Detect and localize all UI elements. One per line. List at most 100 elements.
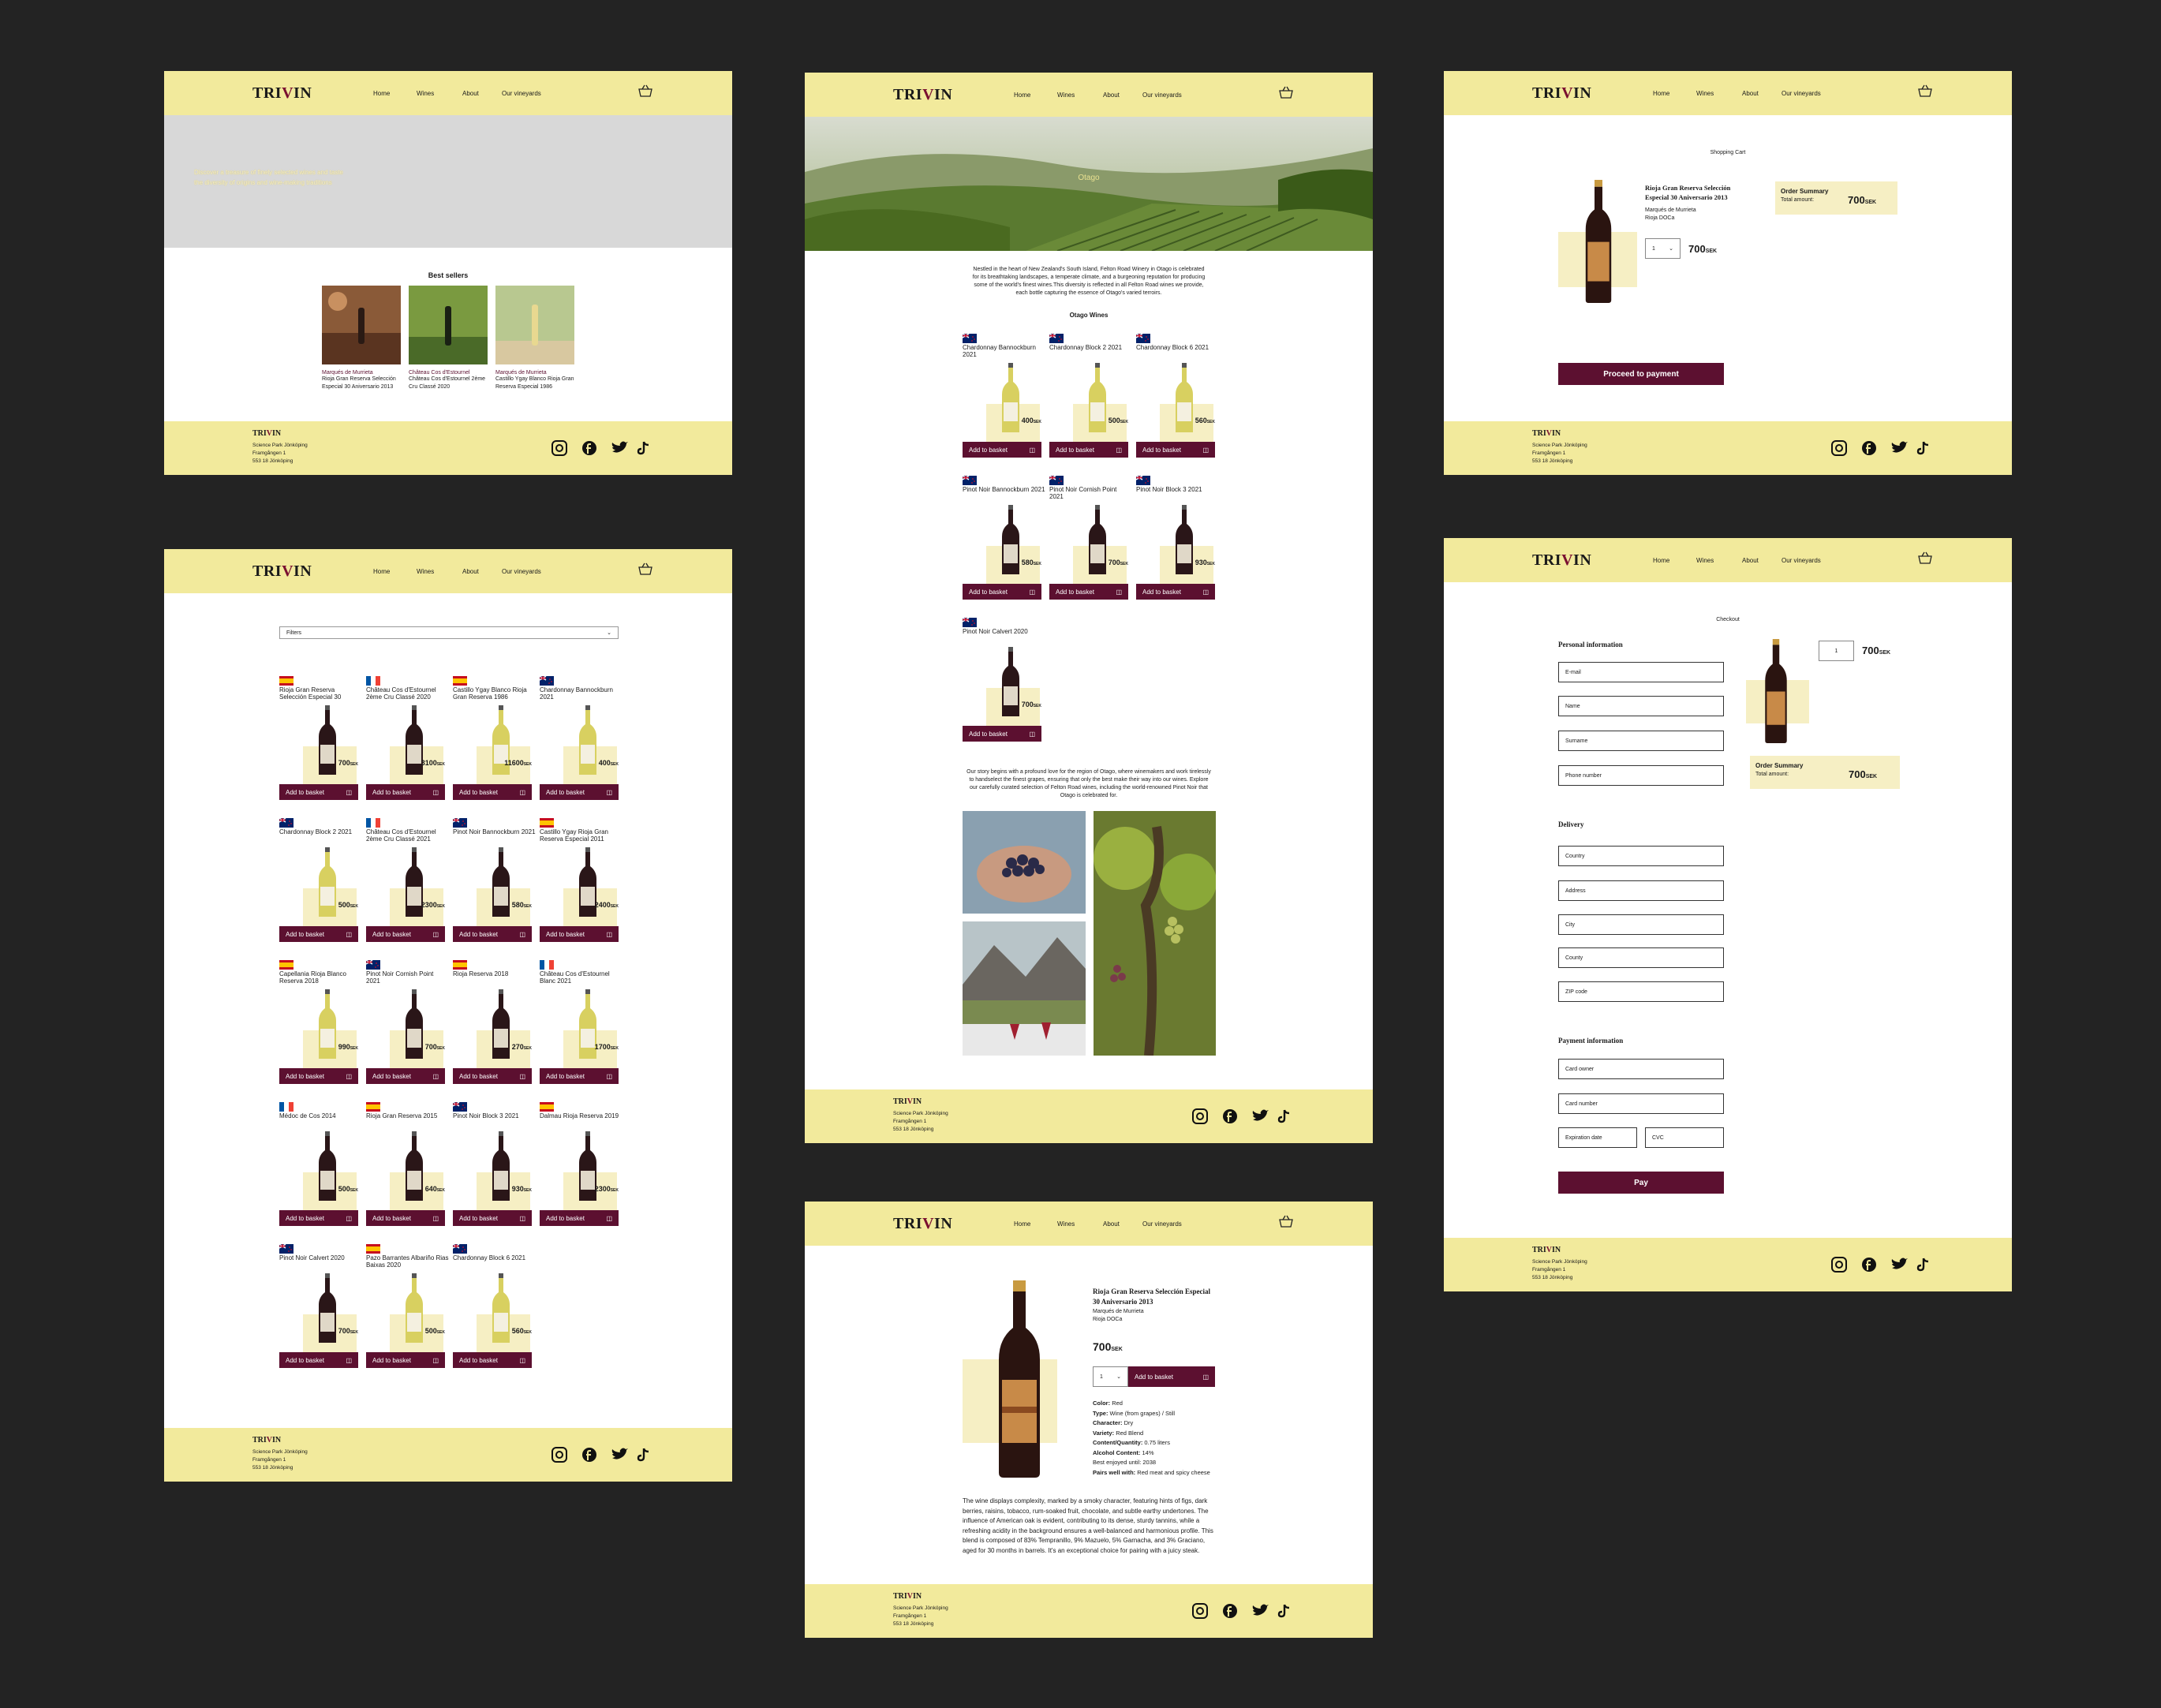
product-card[interactable]: Chardonnay Block 2 2021 500SEK Add to bask…: [1049, 333, 1128, 463]
country-field[interactable]: Country: [1558, 846, 1724, 866]
add-to-basket-button[interactable]: Add to basket ◫: [540, 926, 619, 942]
proceed-to-payment-button[interactable]: Proceed to payment: [1558, 363, 1724, 385]
instagram-icon[interactable]: [1192, 1603, 1208, 1619]
product-card[interactable]: Chardonnay Block 2 2021 500SEK Add to bask…: [279, 817, 358, 947]
product-card[interactable]: Chardonnay Block 6 2021 560SEK Add to bask…: [1135, 333, 1215, 463]
nav-home[interactable]: Home: [373, 90, 390, 97]
facebook-icon[interactable]: [1223, 1604, 1237, 1618]
product-card[interactable]: Pinot Noir Calvert 2020 700SEK Add to bask…: [279, 1243, 358, 1374]
product-card[interactable]: Médoc de Cos 2014 500SEK Add to basket ◫: [279, 1101, 358, 1231]
add-to-basket-button[interactable]: Add to basket ◫: [1049, 442, 1128, 458]
nav-home[interactable]: Home: [1014, 92, 1030, 99]
add-to-basket-button[interactable]: Add to basket ◫: [453, 1210, 532, 1226]
nav-vineyards[interactable]: Our vineyards: [1142, 1220, 1182, 1228]
tiktok-icon[interactable]: [637, 1448, 649, 1462]
tiktok-icon[interactable]: [1277, 1109, 1290, 1123]
add-to-basket-button[interactable]: Add to basket ◫: [1128, 1366, 1215, 1387]
add-to-basket-button[interactable]: Add to basket ◫: [453, 1068, 532, 1084]
product-card[interactable]: Pinot Noir Cornish Point 2021 700SEK Add t…: [365, 959, 445, 1089]
name-field[interactable]: Name: [1558, 696, 1724, 716]
nav-home[interactable]: Home: [373, 568, 390, 575]
twitter-icon[interactable]: [611, 1448, 628, 1459]
nav-wines[interactable]: Wines: [1696, 557, 1714, 564]
best-seller-card[interactable]: Marqués de Murrieta Castillo Ygay Blanco…: [495, 286, 574, 391]
tiktok-icon[interactable]: [1916, 441, 1929, 455]
add-to-basket-button[interactable]: Add to basket ◫: [366, 1210, 445, 1226]
add-to-basket-button[interactable]: Add to basket ◫: [963, 442, 1041, 458]
product-card[interactable]: Castillo Ygay Blanco Rioja Gran Reserva …: [453, 675, 532, 805]
nav-about[interactable]: About: [1103, 1220, 1120, 1228]
product-card[interactable]: Pinot Noir Bannockburn 2021 580SEK Add to …: [962, 475, 1045, 605]
product-card[interactable]: Rioja Reserva 2018 270SEK Add to basket ◫: [453, 959, 532, 1089]
product-card[interactable]: Pinot Noir Bannockburn 2021 580SEK Add to …: [452, 817, 536, 947]
tiktok-icon[interactable]: [1916, 1258, 1929, 1272]
add-to-basket-button[interactable]: Add to basket ◫: [540, 784, 619, 800]
add-to-basket-button[interactable]: Add to basket ◫: [453, 784, 532, 800]
twitter-icon[interactable]: [611, 441, 628, 453]
add-to-basket-button[interactable]: Add to basket ◫: [279, 1210, 358, 1226]
add-to-basket-button[interactable]: Add to basket ◫: [279, 784, 358, 800]
nav-home[interactable]: Home: [1014, 1220, 1030, 1228]
phone-field[interactable]: Phone number: [1558, 765, 1724, 786]
product-card[interactable]: Pazo Barrantes Albariño Rias Baixas 2020…: [366, 1243, 449, 1374]
product-card[interactable]: Pinot Noir Block 3 2021 930SEK Add to bask…: [452, 1101, 532, 1231]
nav-about[interactable]: About: [462, 90, 479, 97]
nav-about[interactable]: About: [1103, 92, 1120, 99]
facebook-icon[interactable]: [582, 441, 596, 455]
nav-home[interactable]: Home: [1653, 557, 1669, 564]
product-card[interactable]: Château Cos d'Estournel Blanc 2021 1700SE…: [540, 959, 619, 1089]
nav-wines[interactable]: Wines: [417, 90, 434, 97]
twitter-icon[interactable]: [1252, 1109, 1269, 1121]
nav-about[interactable]: About: [462, 568, 479, 575]
basket-icon[interactable]: [1278, 85, 1294, 99]
quantity-stepper[interactable]: 1 ⌄: [1645, 238, 1681, 259]
basket-icon[interactable]: [1917, 84, 1933, 98]
nav-vineyards[interactable]: Our vineyards: [502, 90, 541, 97]
add-to-basket-button[interactable]: Add to basket ◫: [366, 926, 445, 942]
tiktok-icon[interactable]: [1277, 1604, 1290, 1618]
add-to-basket-button[interactable]: Add to basket ◫: [963, 584, 1041, 600]
product-card[interactable]: Chardonnay Block 6 2021 560SEK Add to bask…: [452, 1243, 532, 1374]
add-to-basket-button[interactable]: Add to basket ◫: [540, 1210, 619, 1226]
email-field[interactable]: E-mail: [1558, 662, 1724, 682]
card-owner-field[interactable]: Card owner: [1558, 1059, 1724, 1079]
instagram-icon[interactable]: [551, 1447, 567, 1463]
add-to-basket-button[interactable]: Add to basket ◫: [279, 1068, 358, 1084]
product-card[interactable]: Capellania Rioja Blanco Reserva 2018 990S…: [279, 959, 358, 1089]
best-seller-card[interactable]: Marqués de Murrieta Rioja Gran Reserva S…: [322, 286, 401, 391]
product-card[interactable]: Dalmau Rioja Reserva 2019 2300SEK Add to b…: [540, 1101, 619, 1231]
address-field[interactable]: Address: [1558, 880, 1724, 901]
add-to-basket-button[interactable]: Add to basket ◫: [279, 1352, 358, 1368]
facebook-icon[interactable]: [1862, 441, 1876, 455]
nav-vineyards[interactable]: Our vineyards: [1782, 557, 1821, 564]
nav-about[interactable]: About: [1742, 557, 1759, 564]
add-to-basket-button[interactable]: Add to basket ◫: [540, 1068, 619, 1084]
logo[interactable]: TRIVIN: [1532, 551, 1591, 570]
add-to-basket-button[interactable]: Add to basket ◫: [366, 1068, 445, 1084]
logo[interactable]: TRIVIN: [252, 84, 312, 103]
add-to-basket-button[interactable]: Add to basket ◫: [279, 926, 358, 942]
filters-dropdown[interactable]: Filters ⌄: [279, 626, 619, 639]
pay-button[interactable]: Pay: [1558, 1172, 1724, 1194]
add-to-basket-button[interactable]: Add to basket ◫: [963, 726, 1041, 742]
twitter-icon[interactable]: [1891, 441, 1908, 453]
nav-about[interactable]: About: [1742, 90, 1759, 97]
add-to-basket-button[interactable]: Add to basket ◫: [366, 784, 445, 800]
facebook-icon[interactable]: [1223, 1109, 1237, 1123]
nav-wines[interactable]: Wines: [417, 568, 434, 575]
add-to-basket-button[interactable]: Add to basket ◫: [1136, 584, 1215, 600]
quantity-stepper[interactable]: 1 ⌄: [1093, 1366, 1128, 1387]
basket-icon[interactable]: [1278, 1214, 1294, 1228]
county-field[interactable]: County: [1558, 947, 1724, 968]
instagram-icon[interactable]: [551, 440, 567, 456]
nav-vineyards[interactable]: Our vineyards: [502, 568, 541, 575]
tiktok-icon[interactable]: [637, 441, 649, 455]
nav-wines[interactable]: Wines: [1057, 1220, 1075, 1228]
nav-vineyards[interactable]: Our vineyards: [1142, 92, 1182, 99]
nav-wines[interactable]: Wines: [1057, 92, 1075, 99]
product-card[interactable]: Pinot Noir Calvert 2020 700SEK Add to bask…: [962, 617, 1041, 747]
zip-field[interactable]: ZIP code: [1558, 981, 1724, 1002]
nav-vineyards[interactable]: Our vineyards: [1782, 90, 1821, 97]
product-card[interactable]: Château Cos d'Estournel 2ème Cru Classé …: [366, 817, 445, 947]
city-field[interactable]: City: [1558, 914, 1724, 935]
